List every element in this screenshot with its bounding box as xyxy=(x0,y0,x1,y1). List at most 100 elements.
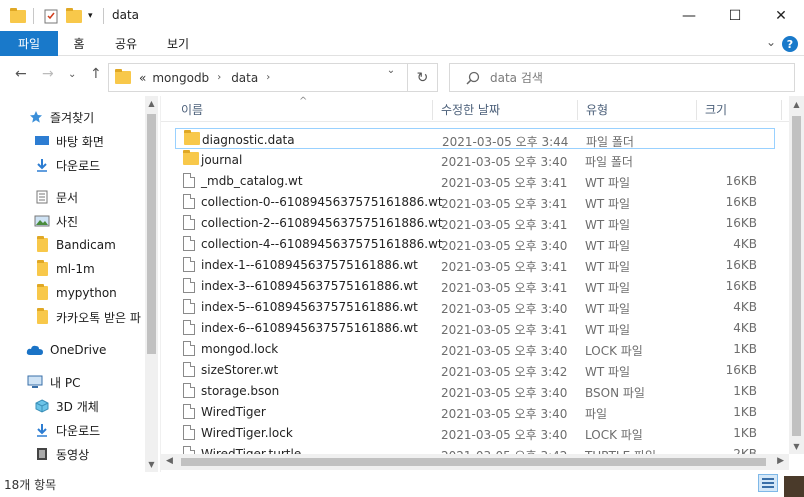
details-view-button[interactable] xyxy=(758,474,778,492)
file-type: TURTLE 파일 xyxy=(585,447,656,454)
recent-locations-button[interactable]: ⌄ xyxy=(68,69,76,80)
file-row[interactable]: collection-2--6108945637575161886.wt 2021… xyxy=(175,212,775,233)
navigation-bar: ← → ⌄ ↑ « mongodb › data › ⌄ ↻ data 검색 xyxy=(0,56,804,96)
pictures-icon xyxy=(34,214,50,228)
column-divider[interactable] xyxy=(781,100,782,120)
search-box[interactable]: data 검색 xyxy=(449,63,795,92)
breadcrumb-separator[interactable]: › xyxy=(266,72,270,83)
address-bar[interactable]: « mongodb › data › xyxy=(108,63,408,92)
tab-home[interactable]: 홈 xyxy=(64,31,94,56)
customize-toolbar-icon[interactable]: ▾ xyxy=(88,7,93,25)
file-row[interactable]: collection-4--6108945637575161886.wt 2021… xyxy=(175,233,775,254)
file-name: collection-0--6108945637575161886.wt xyxy=(201,195,443,209)
file-date: 2021-03-05 오후 3:41 xyxy=(441,176,568,190)
file-row[interactable]: WiredTiger 2021-03-05 오후 3:40 파일 1KB xyxy=(175,401,775,422)
sidebar-item-documents[interactable]: 문서 📌 xyxy=(34,186,160,208)
file-row[interactable]: WiredTiger.lock 2021-03-05 오후 3:40 LOCK 파일… xyxy=(175,422,775,443)
sidebar-scrollbar[interactable]: ▲ ▼ xyxy=(145,96,158,472)
file-row[interactable]: storage.bson 2021-03-05 오후 3:40 BSON 파일 1KB xyxy=(175,380,775,401)
new-folder-icon[interactable] xyxy=(66,7,82,25)
file-date: 2021-03-05 오후 3:40 xyxy=(441,302,568,316)
scroll-down-icon[interactable]: ▼ xyxy=(789,442,804,451)
file-row[interactable]: index-5--6108945637575161886.wt 2021-03-0… xyxy=(175,296,775,317)
tab-file[interactable]: 파일 xyxy=(0,31,58,56)
scroll-up-icon[interactable]: ▲ xyxy=(789,100,804,109)
column-header-name[interactable]: 이름 xyxy=(173,96,435,122)
folder-icon xyxy=(10,7,26,25)
minimize-button[interactable]: — xyxy=(666,0,712,31)
address-dropdown-icon[interactable]: ⌄ xyxy=(380,65,402,76)
tab-view[interactable]: 보기 xyxy=(160,31,196,56)
scrollbar-thumb[interactable] xyxy=(147,114,156,354)
column-header-type[interactable]: 유형 xyxy=(578,96,696,122)
column-header-size[interactable]: 크기 xyxy=(697,96,781,122)
refresh-button[interactable]: ↻ xyxy=(408,63,438,92)
file-type: WT 파일 xyxy=(585,197,631,211)
file-row[interactable]: mongod.lock 2021-03-05 오후 3:40 LOCK 파일 1KB xyxy=(175,338,775,359)
help-icon[interactable]: ? xyxy=(782,36,798,52)
close-button[interactable]: ✕ xyxy=(758,0,804,31)
sidebar-item-quick-access[interactable]: 즐겨찾기 xyxy=(28,106,160,128)
sidebar-item-ml-1m[interactable]: ml-1m xyxy=(34,258,160,280)
file-icon xyxy=(183,173,195,191)
sidebar-item-kakaotalk[interactable]: 카카오톡 받은 파 xyxy=(34,306,160,328)
properties-icon[interactable] xyxy=(44,7,58,25)
file-row[interactable]: collection-0--6108945637575161886.wt 2021… xyxy=(175,191,775,212)
download-icon xyxy=(34,423,50,437)
search-input[interactable]: data 검색 xyxy=(490,69,543,86)
horizontal-scrollbar[interactable]: ◀ ▶ xyxy=(161,454,789,470)
breadcrumb-data[interactable]: data xyxy=(231,71,258,85)
item-count: 18개 항목 xyxy=(4,478,57,492)
forward-button[interactable]: → xyxy=(42,66,54,82)
file-row[interactable]: index-6--6108945637575161886.wt 2021-03-0… xyxy=(175,317,775,338)
expand-ribbon-icon[interactable]: ⌄ xyxy=(766,35,776,49)
separator xyxy=(103,7,104,25)
maximize-button[interactable]: ☐ xyxy=(712,0,758,31)
scroll-left-icon[interactable]: ◀ xyxy=(166,456,173,466)
breadcrumb-separator[interactable]: › xyxy=(217,72,221,83)
back-button[interactable]: ← xyxy=(15,66,27,82)
file-list: diagnostic.data 2021-03-05 오후 3:44 파일 폴더 jo… xyxy=(161,128,789,454)
scrollbar-thumb[interactable] xyxy=(181,458,766,466)
sidebar-item-onedrive[interactable]: OneDrive xyxy=(26,339,160,361)
folder-row[interactable]: diagnostic.data 2021-03-05 오후 3:44 파일 폴더 xyxy=(175,128,775,149)
file-type: LOCK 파일 xyxy=(585,344,643,358)
scroll-down-icon[interactable]: ▼ xyxy=(145,460,158,469)
sidebar-item-videos[interactable]: 동영상 xyxy=(34,443,160,465)
file-row[interactable]: index-3--6108945637575161886.wt 2021-03-0… xyxy=(175,275,775,296)
file-date: 2021-03-05 오후 3:41 xyxy=(441,218,568,232)
file-icon xyxy=(183,425,195,443)
file-size: 16KB xyxy=(725,174,757,188)
up-button[interactable]: ↑ xyxy=(90,66,102,82)
scroll-right-icon[interactable]: ▶ xyxy=(777,456,784,466)
file-row[interactable]: _mdb_catalog.wt 2021-03-05 오후 3:41 WT 파일 16… xyxy=(175,170,775,191)
breadcrumb-overflow[interactable]: « xyxy=(139,71,146,85)
breadcrumb-mongodb[interactable]: mongodb xyxy=(152,71,209,85)
sidebar-item-downloads-pc[interactable]: 다운로드 xyxy=(34,419,160,441)
sidebar-item-3d-objects[interactable]: 3D 개체 xyxy=(34,395,160,417)
tab-share[interactable]: 공유 xyxy=(108,31,144,56)
file-row[interactable]: sizeStorer.wt 2021-03-05 오후 3:42 WT 파일 16KB xyxy=(175,359,775,380)
sidebar-item-pictures[interactable]: 사진 📌 xyxy=(34,210,160,232)
documents-icon xyxy=(34,190,50,204)
file-list-scrollbar[interactable]: ▲ ▼ xyxy=(789,96,804,454)
ribbon-tabs: 파일 홈 공유 보기 ⌄ ? xyxy=(0,31,804,56)
sidebar-item-mypython[interactable]: mypython xyxy=(34,282,160,304)
file-type: WT 파일 xyxy=(585,365,631,379)
file-row[interactable]: WiredTiger.turtle 2021-03-05 오후 3:42 TURTL… xyxy=(175,443,775,454)
folder-row[interactable]: journal 2021-03-05 오후 3:40 파일 폴더 xyxy=(175,149,775,170)
sidebar-item-this-pc[interactable]: 내 PC xyxy=(26,371,160,393)
file-row[interactable]: index-1--6108945637575161886.wt 2021-03-0… xyxy=(175,254,775,275)
folder-icon xyxy=(183,150,199,168)
details-view-icon xyxy=(762,478,774,488)
sidebar-item-downloads[interactable]: 다운로드 📌 xyxy=(34,154,160,176)
file-size: 2KB xyxy=(733,447,757,454)
sidebar-item-desktop[interactable]: 바탕 화면 📌 xyxy=(34,130,160,152)
sidebar-item-bandicam[interactable]: Bandicam xyxy=(34,234,160,256)
scrollbar-thumb[interactable] xyxy=(792,116,801,436)
column-header-date[interactable]: 수정한 날짜 xyxy=(433,96,577,122)
file-type: BSON 파일 xyxy=(585,386,645,400)
file-size: 16KB xyxy=(725,195,757,209)
file-size: 16KB xyxy=(725,279,757,293)
scroll-up-icon[interactable]: ▲ xyxy=(145,99,158,108)
